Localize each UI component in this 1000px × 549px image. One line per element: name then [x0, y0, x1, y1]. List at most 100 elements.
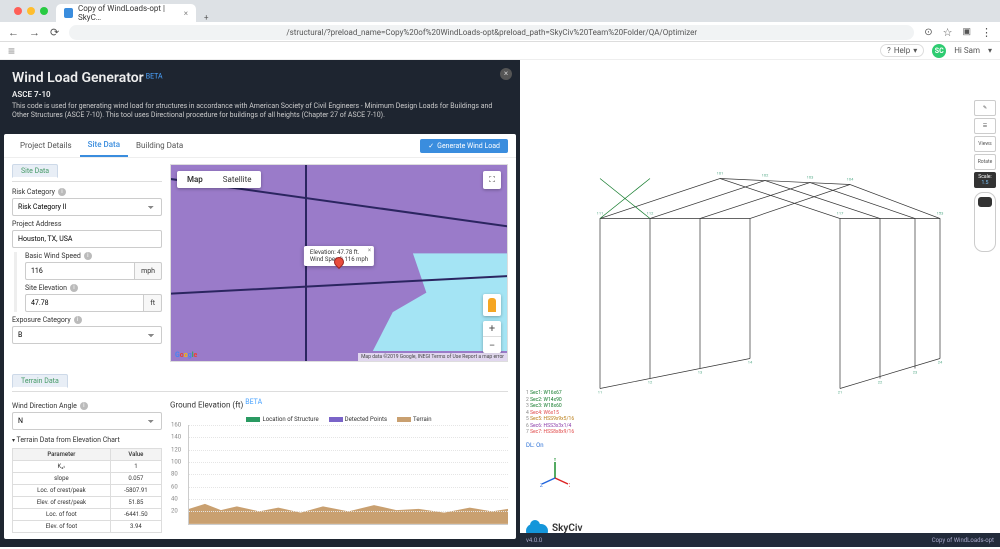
map-attribution[interactable]: Map data ©2019 Google, INEGI Terms of Us… — [358, 353, 507, 361]
map-marker-icon[interactable] — [334, 257, 344, 267]
fullscreen-icon[interactable]: ⛶ — [483, 171, 501, 189]
menu-icon[interactable]: ⋮ — [981, 26, 992, 39]
user-chevron-icon[interactable]: ▾ — [988, 46, 992, 55]
map[interactable]: Map Satellite ⛶ × Elevation: 47.78 ft. W… — [170, 164, 508, 362]
search-icon[interactable]: ⊙ — [924, 27, 932, 38]
zoom-slider[interactable] — [974, 192, 996, 252]
browser-tab[interactable]: Copy of WindLoads-opt | SkyC… × — [56, 4, 196, 22]
tab-site-data[interactable]: Site Data — [80, 134, 128, 157]
hamburger-icon[interactable]: ≡ — [8, 44, 15, 58]
svg-text:111: 111 — [597, 211, 604, 216]
svg-text:24: 24 — [938, 360, 943, 365]
table-row: Elev. of crest/peak51.85 — [13, 497, 162, 509]
site-data-card: Project Details Site Data Building Data … — [4, 134, 516, 539]
zoom-out-button[interactable]: − — [483, 337, 501, 353]
y-tick: 160 — [171, 421, 181, 428]
exposure-category-select[interactable]: B — [12, 326, 162, 344]
viewer-panel: 11121314 21222324 101102103104 111112117… — [520, 60, 1000, 547]
generate-wind-load-button[interactable]: ✓ Generate Wind Load — [420, 139, 508, 153]
svg-text:102: 102 — [762, 173, 769, 178]
svg-text:Z: Z — [540, 483, 543, 488]
pegman-icon[interactable] — [483, 294, 501, 316]
avatar[interactable]: SC — [932, 44, 946, 58]
site-elevation-input[interactable] — [25, 294, 144, 312]
info-icon[interactable]: i — [80, 402, 88, 410]
svg-text:11: 11 — [598, 390, 603, 395]
basic-wind-speed-input[interactable] — [25, 262, 135, 280]
chevron-down-icon: ▾ — [913, 46, 917, 55]
svg-text:23: 23 — [913, 370, 918, 375]
app-topbar: ≡ ? Help ▾ SC Hi Sam ▾ — [0, 42, 1000, 60]
project-address-input[interactable] — [12, 230, 162, 248]
y-tick: 60 — [171, 483, 178, 490]
risk-category-label: Risk Categoryi — [12, 188, 162, 196]
info-icon[interactable]: i — [58, 188, 66, 196]
close-window[interactable] — [14, 7, 22, 15]
table-row: K₂ₜ1 — [13, 461, 162, 473]
url-field[interactable]: /structural/?preload_name=Copy%20of%20Wi… — [69, 25, 914, 40]
elevation-chart[interactable]: 20406080100120140160 — [188, 425, 508, 525]
svg-text:104: 104 — [847, 177, 854, 182]
list-icon[interactable]: ☰ — [974, 118, 996, 134]
help-menu[interactable]: ? Help ▾ — [880, 44, 924, 57]
close-tab-icon[interactable]: × — [184, 9, 188, 18]
svg-text:13: 13 — [698, 370, 703, 375]
site-data-pill: Site Data — [12, 164, 58, 178]
elevation-unit: ft — [144, 294, 162, 312]
tab-project-details[interactable]: Project Details — [12, 135, 80, 156]
tooltip-close-icon[interactable]: × — [368, 247, 371, 254]
info-icon[interactable]: i — [74, 316, 82, 324]
help-icon: ? — [887, 46, 891, 55]
address-bar: ← → ⟳ /structural/?preload_name=Copy%20o… — [0, 22, 1000, 42]
table-row: Loc. of foot-6441.50 — [13, 509, 162, 521]
greeting: Hi Sam — [954, 46, 980, 55]
rotate-button[interactable]: Rotate — [974, 154, 996, 170]
tab-building-data[interactable]: Building Data — [128, 135, 191, 156]
bookmark-icon[interactable]: ☆ — [943, 26, 953, 39]
close-module-icon[interactable]: × — [500, 68, 512, 80]
terrain-data-pill: Terrain Data — [12, 374, 68, 388]
svg-text:12: 12 — [648, 380, 653, 385]
table-row: Loc. of crest/peak-5807.91 — [13, 485, 162, 497]
maximize-window[interactable] — [40, 7, 48, 15]
module-subtitle: ASCE 7-10 — [12, 90, 508, 99]
tab-bar: Copy of WindLoads-opt | SkyC… × + — [0, 0, 1000, 22]
svg-text:X: X — [569, 483, 570, 488]
chart-legend: Location of Structure Detected Points Te… — [170, 416, 508, 423]
y-tick: 120 — [171, 446, 181, 453]
favicon — [64, 8, 73, 18]
terrain-collapsible[interactable]: Terrain Data from Elevation Chart — [12, 436, 162, 444]
risk-category-select[interactable]: Risk Category II — [12, 198, 162, 216]
module-description: This code is used for generating wind lo… — [12, 102, 502, 120]
zoom-in-button[interactable]: + — [483, 321, 501, 337]
legend-item: 7 Sec7: HSS8x8x9/16 — [526, 429, 574, 436]
new-tab-button[interactable]: + — [196, 13, 217, 22]
project-address-label: Project Address — [12, 220, 162, 228]
pencil-icon[interactable]: ✎ — [974, 100, 996, 116]
dl-status: DL: On — [526, 442, 544, 449]
svg-text:Y: Y — [553, 458, 556, 463]
table-row: slope0.057 — [13, 473, 162, 485]
back-icon[interactable]: ← — [8, 26, 19, 39]
card-tabs: Project Details Site Data Building Data … — [4, 134, 516, 158]
section-legend: 1 Sec1: W16x672 Sec2: W14x903 Sec3: W18x… — [526, 390, 574, 436]
svg-text:21: 21 — [838, 390, 843, 395]
svg-text:103: 103 — [807, 175, 814, 180]
minimize-window[interactable] — [27, 7, 35, 15]
wind-direction-select[interactable]: N — [12, 412, 162, 430]
viewer-toolbar: ✎ ☰ Views Rotate Scale:1.5 — [974, 100, 996, 252]
views-button[interactable]: Views — [974, 136, 996, 152]
wind-speed-unit: mph — [135, 262, 162, 280]
map-type-satellite[interactable]: Satellite — [213, 171, 262, 188]
info-icon[interactable]: i — [84, 252, 92, 260]
forward-icon[interactable]: → — [29, 26, 40, 39]
reload-icon[interactable]: ⟳ — [50, 26, 59, 39]
y-tick: 40 — [171, 496, 178, 503]
axis-gizmo[interactable]: Y X Z — [540, 458, 570, 490]
3d-viewer[interactable]: 11121314 21222324 101102103104 111112117… — [520, 60, 1000, 547]
site-elevation-label: Site Elevationi — [25, 284, 162, 292]
info-icon[interactable]: i — [70, 284, 78, 292]
map-type-map[interactable]: Map — [177, 171, 213, 188]
main: × Wind Load Generator BETA ASCE 7-10 Thi… — [0, 60, 1000, 547]
extensions-icon[interactable]: ▣ — [962, 27, 971, 37]
